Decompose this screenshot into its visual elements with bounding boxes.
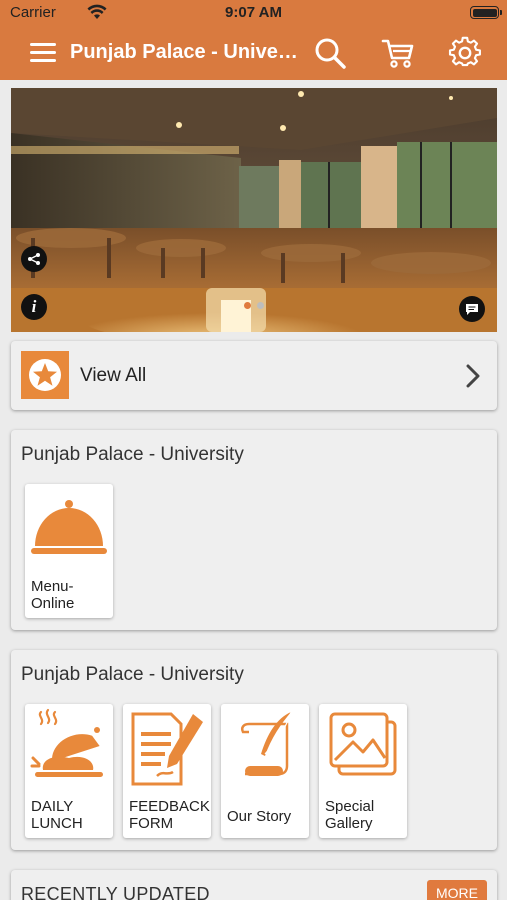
- status-time: 9:07 AM: [225, 4, 282, 21]
- chevron-right-icon: [466, 364, 480, 388]
- gear-icon[interactable]: [448, 36, 482, 70]
- cloche-icon: [31, 500, 107, 554]
- hot-food-icon: [30, 708, 103, 777]
- tile-label: Special Gallery: [325, 798, 375, 832]
- carousel-dot[interactable]: [257, 302, 264, 309]
- view-all-label: View All: [80, 365, 147, 386]
- tile-daily-lunch[interactable]: DAILY LUNCH: [25, 704, 113, 838]
- section-title: Punjab Palace - University: [21, 664, 244, 685]
- page-title: Punjab Palace - University: [70, 41, 298, 63]
- tile-feedback-form[interactable]: FEEDBACK FORM: [123, 704, 211, 838]
- gallery-icon: [329, 712, 397, 776]
- view-all-row[interactable]: View All: [11, 341, 497, 410]
- section-title: Punjab Palace - University: [21, 444, 244, 465]
- battery-icon: [470, 6, 502, 19]
- tile-special-gallery[interactable]: Special Gallery: [319, 704, 407, 838]
- search-icon[interactable]: [313, 36, 347, 70]
- section-features: Punjab Palace - University DAILY LUNCH FE…: [11, 650, 497, 850]
- recently-updated-section: RECENTLY UPDATED MORE: [11, 870, 497, 900]
- star-icon: [21, 351, 69, 399]
- tile-menu-online[interactable]: Menu- Online: [25, 484, 113, 618]
- tile-label: DAILY LUNCH: [31, 798, 83, 832]
- tile-label: FEEDBACK FORM: [129, 798, 210, 832]
- menu-icon[interactable]: [26, 39, 58, 67]
- status-bar: Carrier 9:07 AM: [0, 0, 507, 26]
- cart-icon[interactable]: [381, 36, 415, 70]
- quill-scroll-icon: [241, 711, 292, 776]
- hero-image-carousel[interactable]: i: [11, 88, 497, 332]
- tile-label: Menu- Online: [31, 578, 75, 612]
- feedback-form-icon: [131, 712, 203, 786]
- tile-label: Our Story: [227, 808, 292, 825]
- section-title: RECENTLY UPDATED: [21, 884, 210, 900]
- more-button[interactable]: MORE: [427, 880, 487, 900]
- top-navigation-bar: Punjab Palace - University: [0, 26, 507, 80]
- carousel-dot-active[interactable]: [244, 302, 251, 309]
- share-icon[interactable]: [21, 246, 47, 272]
- tile-our-story[interactable]: Our Story: [221, 704, 309, 838]
- section-menu: Punjab Palace - University Menu- Online: [11, 430, 497, 630]
- carousel-indicator[interactable]: [11, 296, 497, 314]
